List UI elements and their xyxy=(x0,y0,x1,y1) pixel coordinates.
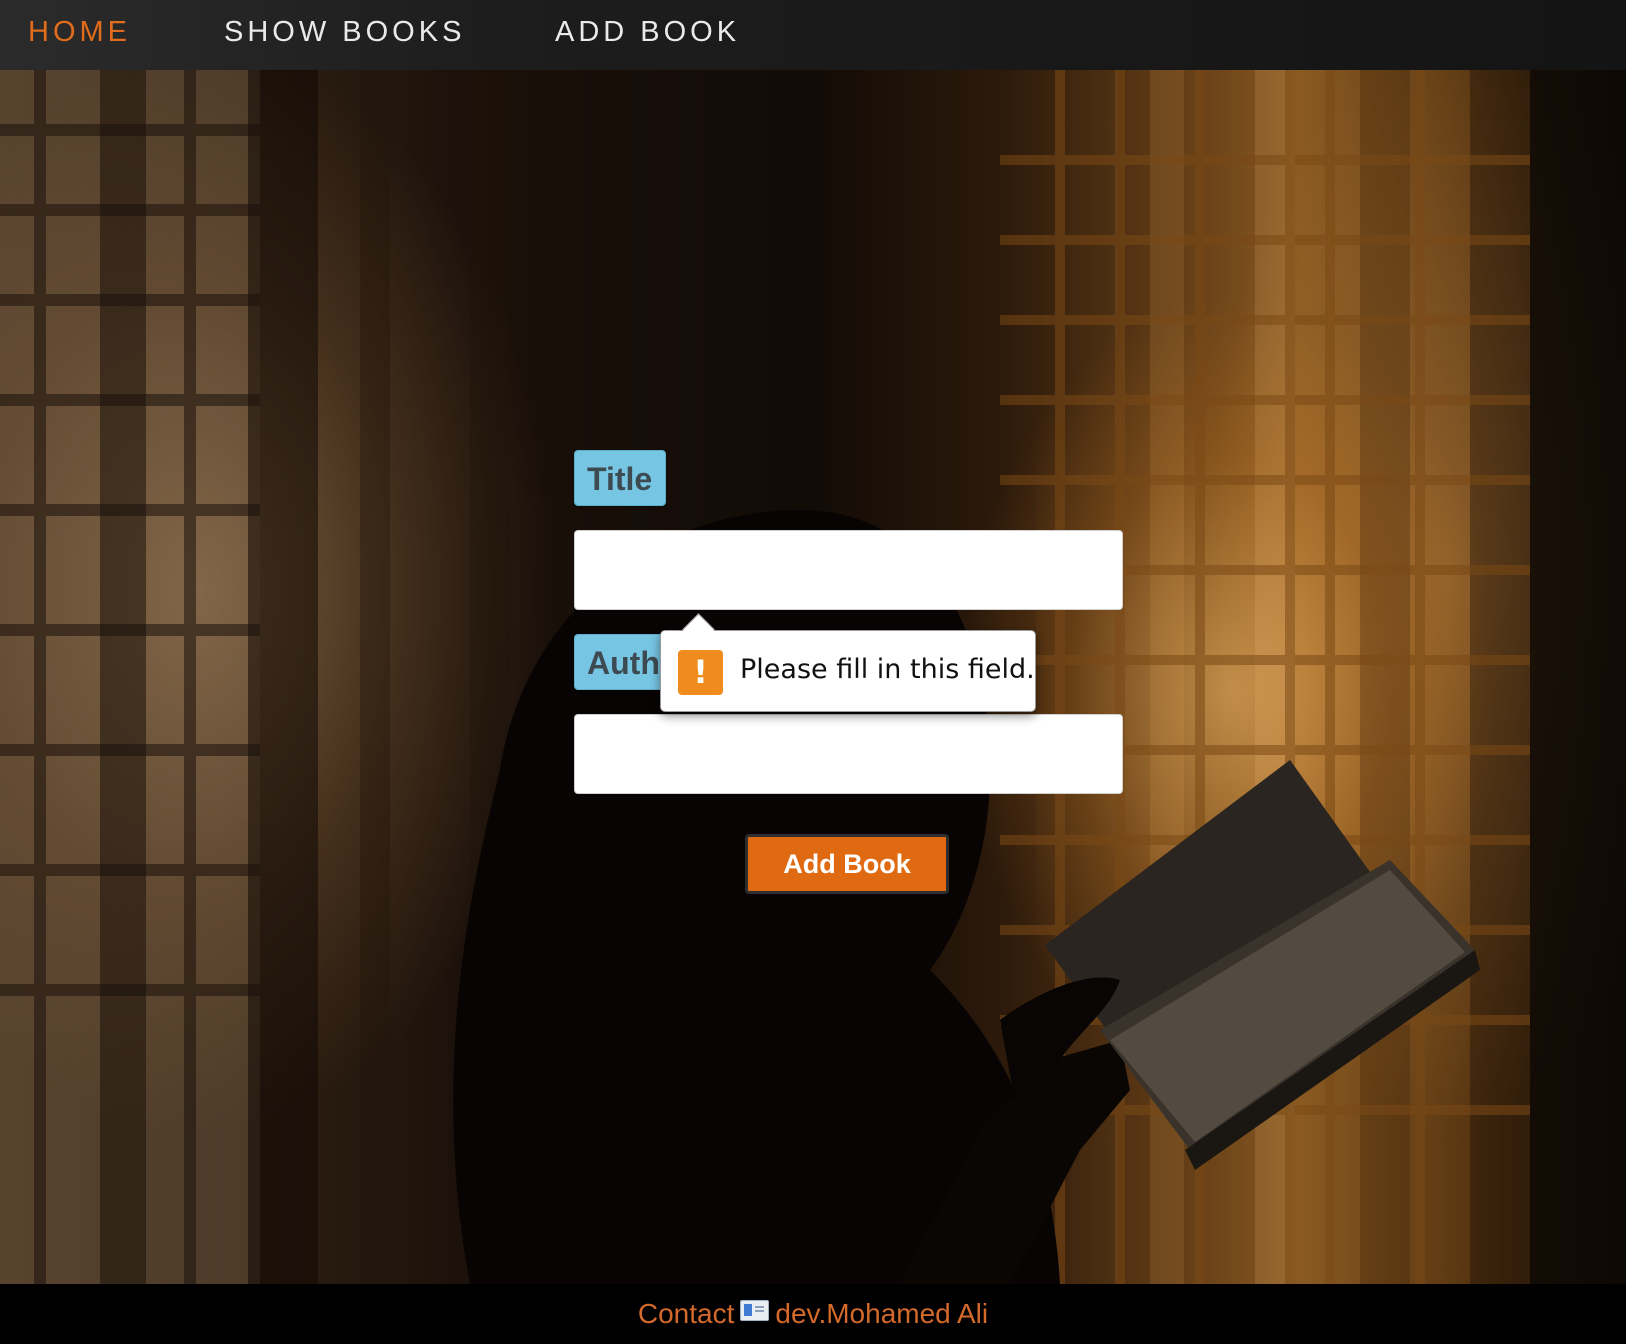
footer-contact: Contact dev.Mohamed Ali xyxy=(0,1298,1626,1330)
author-input[interactable] xyxy=(574,714,1123,794)
title-label: Title xyxy=(574,450,666,506)
author-label: Author xyxy=(574,634,664,690)
top-navigation: HOME SHOW BOOKS ADD BOOK xyxy=(0,0,1626,70)
validation-tooltip: ! Please fill in this field. xyxy=(660,613,1036,712)
title-input[interactable] xyxy=(574,530,1123,610)
nav-link-home[interactable]: HOME xyxy=(28,16,131,49)
add-book-button[interactable]: Add Book xyxy=(745,834,949,894)
nav-link-show-books[interactable]: SHOW BOOKS xyxy=(224,16,465,49)
author-link[interactable]: dev.Mohamed Ali xyxy=(775,1298,988,1329)
contact-label: Contact xyxy=(637,1298,735,1329)
validation-message: Please fill in this field. xyxy=(740,654,1035,685)
footer: Contact dev.Mohamed Ali xyxy=(0,1284,1626,1344)
envelope-icon xyxy=(740,1300,770,1321)
page: HOME SHOW BOOKS ADD BOOK Title Auth Add … xyxy=(0,0,1626,1344)
exclamation-icon: ! xyxy=(678,650,723,695)
nav-link-add-book[interactable]: ADD BOOK xyxy=(555,16,740,49)
